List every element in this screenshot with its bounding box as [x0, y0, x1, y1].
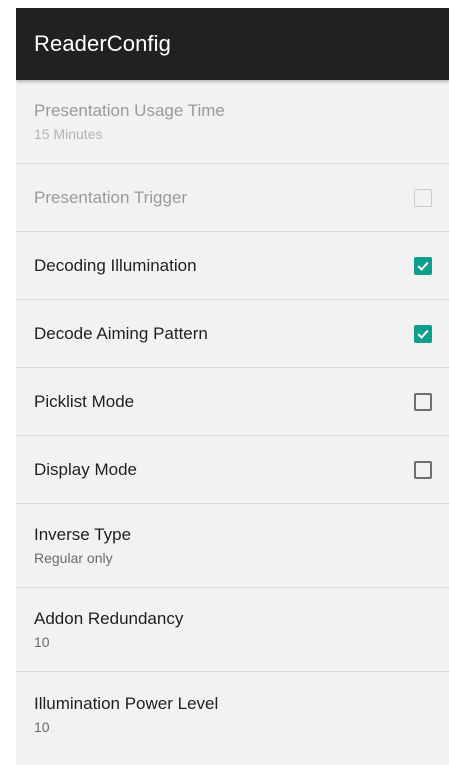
setting-title: Picklist Mode: [34, 391, 135, 411]
setting-decoding-illumination[interactable]: Decoding Illumination: [16, 232, 449, 300]
decode-aiming-pattern-checkbox[interactable]: [414, 324, 432, 343]
setting-display-mode[interactable]: Display Mode: [16, 436, 449, 504]
app-title: ReaderConfig: [34, 31, 171, 56]
app-bar: ReaderConfig: [16, 8, 449, 80]
setting-picklist-mode[interactable]: Picklist Mode: [16, 368, 449, 436]
settings-list: Presentation Usage Time 15 Minutes Prese…: [16, 80, 449, 756]
settings-screen: ReaderConfig Presentation Usage Time 15 …: [16, 8, 449, 765]
setting-addon-redundancy[interactable]: Addon Redundancy 10: [16, 588, 449, 672]
setting-presentation-trigger: Presentation Trigger: [16, 164, 449, 232]
setting-summary: 10: [34, 718, 50, 735]
setting-presentation-usage-time: Presentation Usage Time 15 Minutes: [16, 80, 449, 164]
setting-title: Presentation Trigger: [34, 187, 188, 207]
presentation-trigger-checkbox: [414, 188, 432, 207]
setting-title: Addon Redundancy: [34, 609, 184, 628]
setting-title: Display Mode: [34, 459, 137, 479]
setting-illumination-power-level[interactable]: Illumination Power Level 10: [16, 672, 449, 756]
setting-title: Presentation Usage Time: [34, 101, 225, 120]
picklist-mode-checkbox[interactable]: [414, 392, 432, 411]
display-mode-checkbox[interactable]: [414, 460, 432, 479]
setting-summary: 15 Minutes: [34, 126, 103, 142]
setting-title: Illumination Power Level: [34, 693, 219, 713]
setting-title: Inverse Type: [34, 525, 132, 544]
setting-decode-aiming-pattern[interactable]: Decode Aiming Pattern: [16, 300, 449, 368]
decoding-illumination-checkbox[interactable]: [414, 256, 432, 275]
setting-summary: Regular only: [34, 550, 113, 566]
check-icon: [417, 261, 429, 271]
setting-inverse-type[interactable]: Inverse Type Regular only: [16, 504, 449, 588]
setting-summary: 10: [34, 634, 50, 650]
setting-title: Decode Aiming Pattern: [34, 323, 208, 343]
setting-title: Decoding Illumination: [34, 255, 197, 275]
check-icon: [417, 329, 429, 339]
